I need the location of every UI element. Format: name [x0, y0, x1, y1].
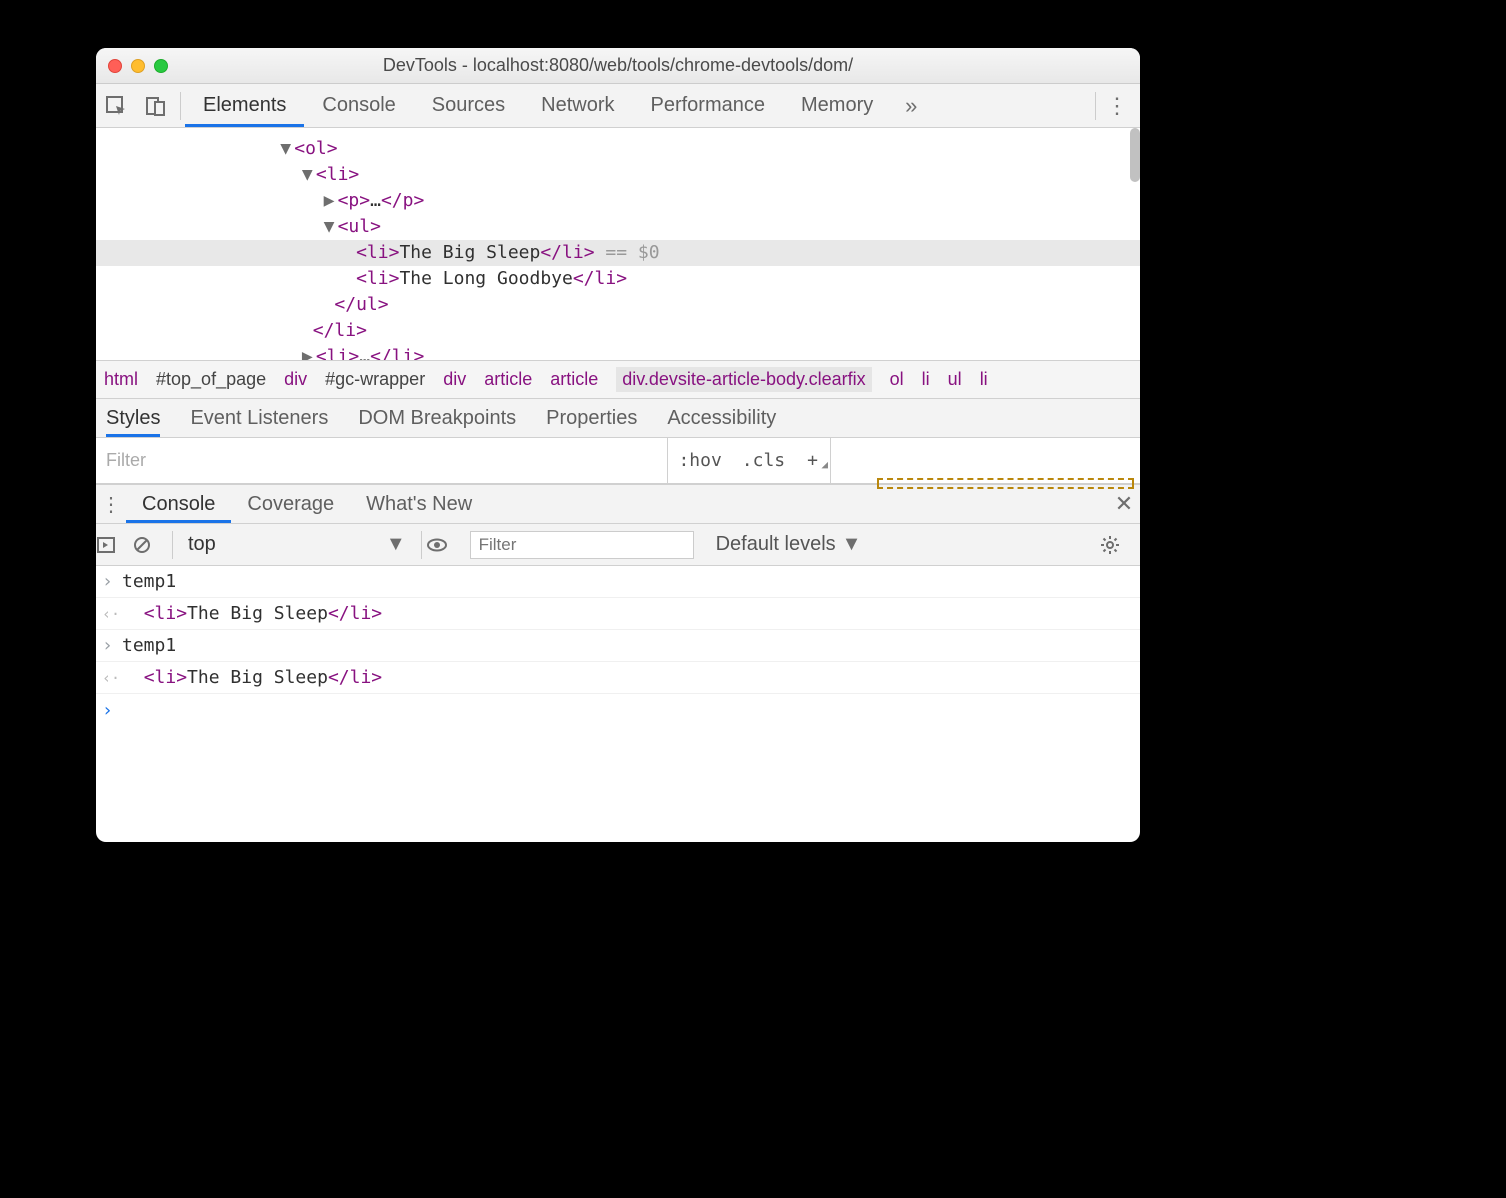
dom-node-ul-close[interactable]: </ul> — [96, 292, 1140, 318]
box-model-margin-outline — [877, 478, 1134, 489]
subtab-event-listeners[interactable]: Event Listeners — [190, 399, 328, 437]
context-selector[interactable]: top▼ — [181, 532, 413, 557]
console-toolbar: top▼ Default levels▼ — [96, 524, 1140, 566]
new-style-rule-button[interactable]: +◢ — [795, 450, 830, 471]
devtools-window: DevTools - localhost:8080/web/tools/chro… — [96, 48, 1140, 842]
styles-toolbar: :hov .cls +◢ — [96, 438, 1140, 484]
crumb[interactable]: ul — [948, 369, 962, 390]
main-toolbar: Elements Console Sources Network Perform… — [96, 84, 1140, 128]
chevron-left-icon: ‹· — [102, 605, 122, 623]
console-settings-button[interactable] — [1100, 535, 1140, 555]
crumb[interactable]: article — [484, 369, 532, 390]
dom-node-li-collapsed[interactable]: ▶<li>…</li> — [96, 344, 1140, 360]
drawer-menu-button[interactable]: ⋮ — [96, 492, 126, 517]
crumb[interactable]: article — [550, 369, 598, 390]
dom-node-ol[interactable]: ▼<ol> — [96, 136, 1140, 162]
separator — [180, 92, 181, 120]
sidebar-subtabs: Styles Event Listeners DOM Breakpoints P… — [96, 398, 1140, 438]
console-sidebar-toggle[interactable] — [96, 535, 132, 555]
subtab-styles[interactable]: Styles — [106, 399, 160, 437]
window-title: DevTools - localhost:8080/web/tools/chro… — [96, 55, 1140, 76]
elements-panel: ••• ▼<ol> ▼<li> ▶<p>…</p> ▼<ul> <li>The … — [96, 128, 1140, 360]
chevron-right-icon: › — [102, 635, 122, 656]
styles-metrics-pane — [830, 438, 1140, 483]
console-input-row[interactable]: › temp1 — [96, 566, 1140, 598]
tab-performance[interactable]: Performance — [633, 84, 784, 127]
tab-network[interactable]: Network — [523, 84, 632, 127]
hov-button[interactable]: :hov — [668, 450, 731, 471]
tab-memory[interactable]: Memory — [783, 84, 891, 127]
crumb[interactable]: div — [284, 369, 307, 390]
crumb-highlighted[interactable]: div.devsite-article-body.clearfix — [616, 367, 871, 392]
drawer-close-button[interactable]: ✕ — [1108, 491, 1140, 517]
drawer-tabs: ⋮ Console Coverage What's New ✕ — [96, 484, 1140, 524]
clear-console-button[interactable] — [132, 535, 168, 555]
main-tabs: Elements Console Sources Network Perform… — [185, 84, 1091, 127]
cls-button[interactable]: .cls — [732, 450, 795, 471]
tab-console[interactable]: Console — [304, 84, 413, 127]
settings-menu-button[interactable]: ⋮ — [1100, 93, 1134, 119]
console-text: <li>The Big Sleep</li> — [122, 603, 382, 624]
subtab-dom-breakpoints[interactable]: DOM Breakpoints — [358, 399, 516, 437]
subtab-accessibility[interactable]: Accessibility — [667, 399, 776, 437]
console-filter-input[interactable] — [470, 531, 694, 559]
separator — [172, 531, 173, 559]
subtab-properties[interactable]: Properties — [546, 399, 637, 437]
titlebar: DevTools - localhost:8080/web/tools/chro… — [96, 48, 1140, 84]
separator — [1095, 92, 1096, 120]
dom-node-li-2[interactable]: <li>The Long Goodbye</li> — [96, 266, 1140, 292]
tab-elements[interactable]: Elements — [185, 84, 304, 127]
chevron-right-icon: › — [102, 700, 122, 721]
console-text: <li>The Big Sleep</li> — [122, 667, 382, 688]
device-toolbar-button[interactable] — [136, 84, 176, 128]
chevron-right-icon: › — [102, 571, 122, 592]
crumb[interactable]: #gc-wrapper — [325, 369, 425, 390]
crumb[interactable]: #top_of_page — [156, 369, 266, 390]
console-output-row[interactable]: ‹· <li>The Big Sleep</li> — [96, 662, 1140, 694]
tab-sources[interactable]: Sources — [414, 84, 523, 127]
log-levels-selector[interactable]: Default levels▼ — [716, 533, 862, 556]
tabs-overflow-button[interactable]: » — [891, 93, 931, 119]
console-text: temp1 — [122, 571, 176, 592]
dom-node-li-close[interactable]: </li> — [96, 318, 1140, 344]
console-text: temp1 — [122, 635, 176, 656]
console-body: › temp1 ‹· <li>The Big Sleep</li> › temp… — [96, 566, 1140, 726]
drawer-tab-console[interactable]: Console — [126, 485, 231, 523]
elements-breadcrumb: html #top_of_page div #gc-wrapper div ar… — [96, 360, 1140, 398]
chevron-left-icon: ‹· — [102, 669, 122, 687]
console-prompt-row[interactable]: › — [96, 694, 1140, 726]
console-input-row[interactable]: › temp1 — [96, 630, 1140, 662]
crumb[interactable]: li — [922, 369, 930, 390]
inspect-element-button[interactable] — [96, 84, 136, 128]
separator — [421, 531, 422, 559]
live-expression-button[interactable] — [426, 534, 462, 556]
crumb[interactable]: li — [980, 369, 988, 390]
crumb[interactable]: html — [104, 369, 138, 390]
crumb[interactable]: ol — [890, 369, 904, 390]
console-output-row[interactable]: ‹· <li>The Big Sleep</li> — [96, 598, 1140, 630]
dom-tree[interactable]: ▼<ol> ▼<li> ▶<p>…</p> ▼<ul> <li>The Big … — [96, 128, 1140, 360]
styles-filter-input[interactable] — [96, 438, 668, 483]
drawer-tab-whats-new[interactable]: What's New — [350, 485, 488, 523]
dom-node-li[interactable]: ▼<li> — [96, 162, 1140, 188]
dom-node-ul[interactable]: ▼<ul> — [96, 214, 1140, 240]
drawer-tab-coverage[interactable]: Coverage — [231, 485, 350, 523]
dom-node-p[interactable]: ▶<p>…</p> — [96, 188, 1140, 214]
crumb[interactable]: div — [443, 369, 466, 390]
dom-node-selected[interactable]: <li>The Big Sleep</li> == $0 — [96, 240, 1140, 266]
